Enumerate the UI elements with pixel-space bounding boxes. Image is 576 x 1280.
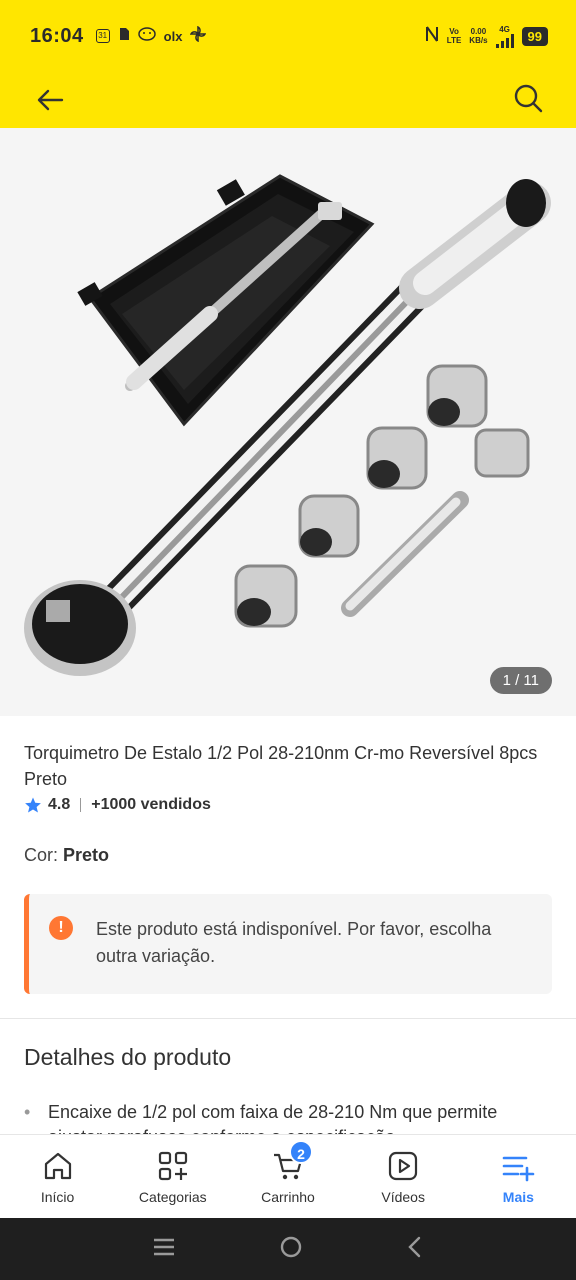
header-navigation: [0, 72, 576, 128]
calendar-icon: 31: [95, 29, 110, 43]
home-circle-icon[interactable]: [279, 1235, 303, 1264]
rating-divider: [80, 798, 82, 812]
rating-score: 4.8: [48, 796, 71, 813]
color-value: Preto: [63, 845, 110, 865]
product-image-gallery[interactable]: 1 / 11: [0, 128, 576, 716]
nav-label: Mais: [502, 1189, 534, 1205]
categories-icon: [156, 1149, 190, 1183]
menu-plus-icon: [501, 1149, 535, 1183]
color-label: Cor:: [24, 845, 59, 865]
back-chevron-icon[interactable]: [406, 1236, 424, 1263]
pinwheel-icon: [190, 25, 207, 47]
nav-item-inicio[interactable]: Início: [0, 1135, 115, 1219]
nav-label: Início: [40, 1189, 75, 1205]
unavailable-notice: ! Este produto está indisponível. Por fa…: [24, 894, 552, 994]
back-button[interactable]: [32, 80, 68, 120]
network-speed: 0.00 KB/s: [469, 27, 488, 45]
status-bar: 16:04 31 olx Vo LTE 0.00 KB/s 4G 99: [0, 0, 576, 72]
search-button[interactable]: [510, 78, 546, 118]
recents-icon[interactable]: [152, 1237, 176, 1262]
cart-icon: 2: [271, 1140, 313, 1183]
olx-icon: olx: [163, 28, 183, 44]
details-title: Detalhes do produto: [24, 1044, 232, 1070]
nav-label: Carrinho: [261, 1189, 315, 1205]
video-icon: [386, 1149, 420, 1183]
signal-icon: [495, 33, 514, 48]
sold-count: +1000 vendidos: [91, 796, 211, 813]
color-selector[interactable]: Cor: Preto: [24, 845, 109, 866]
rating-row[interactable]: 4.8 +1000 vendidos: [24, 796, 211, 814]
nav-item-categorias[interactable]: Categorias: [115, 1135, 230, 1219]
status-notification-icons: 31 olx: [95, 25, 207, 47]
nfc-icon: [425, 25, 439, 48]
status-system-icons: Vo LTE 0.00 KB/s 4G 99: [425, 25, 548, 48]
sim-icon: [118, 27, 130, 46]
arrow-left-icon: [37, 89, 64, 111]
warning-icon: !: [49, 916, 73, 940]
nav-item-mais[interactable]: Mais: [461, 1135, 576, 1219]
section-divider: [0, 1018, 576, 1019]
nav-item-carrinho[interactable]: 2 Carrinho: [230, 1135, 345, 1219]
cart-badge: 2: [288, 1140, 313, 1164]
app-header: 16:04 31 olx Vo LTE 0.00 KB/s 4G 99: [0, 0, 576, 128]
product-title: Torquimetro De Estalo 1/2 Pol 28-210nm C…: [24, 743, 538, 789]
star-icon: [25, 797, 41, 813]
nav-label: Categorias: [138, 1189, 207, 1205]
nav-label: Vídeos: [381, 1189, 425, 1205]
system-navigation-bar: [0, 1218, 576, 1280]
image-counter: 1 / 11: [489, 667, 552, 694]
nav-item-videos[interactable]: Vídeos: [346, 1135, 461, 1219]
network-type: 4G: [495, 25, 514, 48]
emoji-icon: [137, 26, 156, 46]
battery-indicator: 99: [521, 26, 548, 46]
home-icon: [41, 1149, 75, 1183]
detail-item: Encaixe de 1/2 pol com faixa de 28-210 N…: [24, 1100, 554, 1134]
volte-indicator: Vo LTE: [446, 27, 462, 45]
product-image: [24, 174, 551, 676]
notice-text: Este produto está indisponível. Por favo…: [96, 919, 492, 966]
bottom-navigation: Início Categorias 2 Carrinho Vídeos Mais: [0, 1134, 576, 1218]
search-icon: [514, 84, 543, 113]
status-time: 16:04: [30, 24, 84, 47]
